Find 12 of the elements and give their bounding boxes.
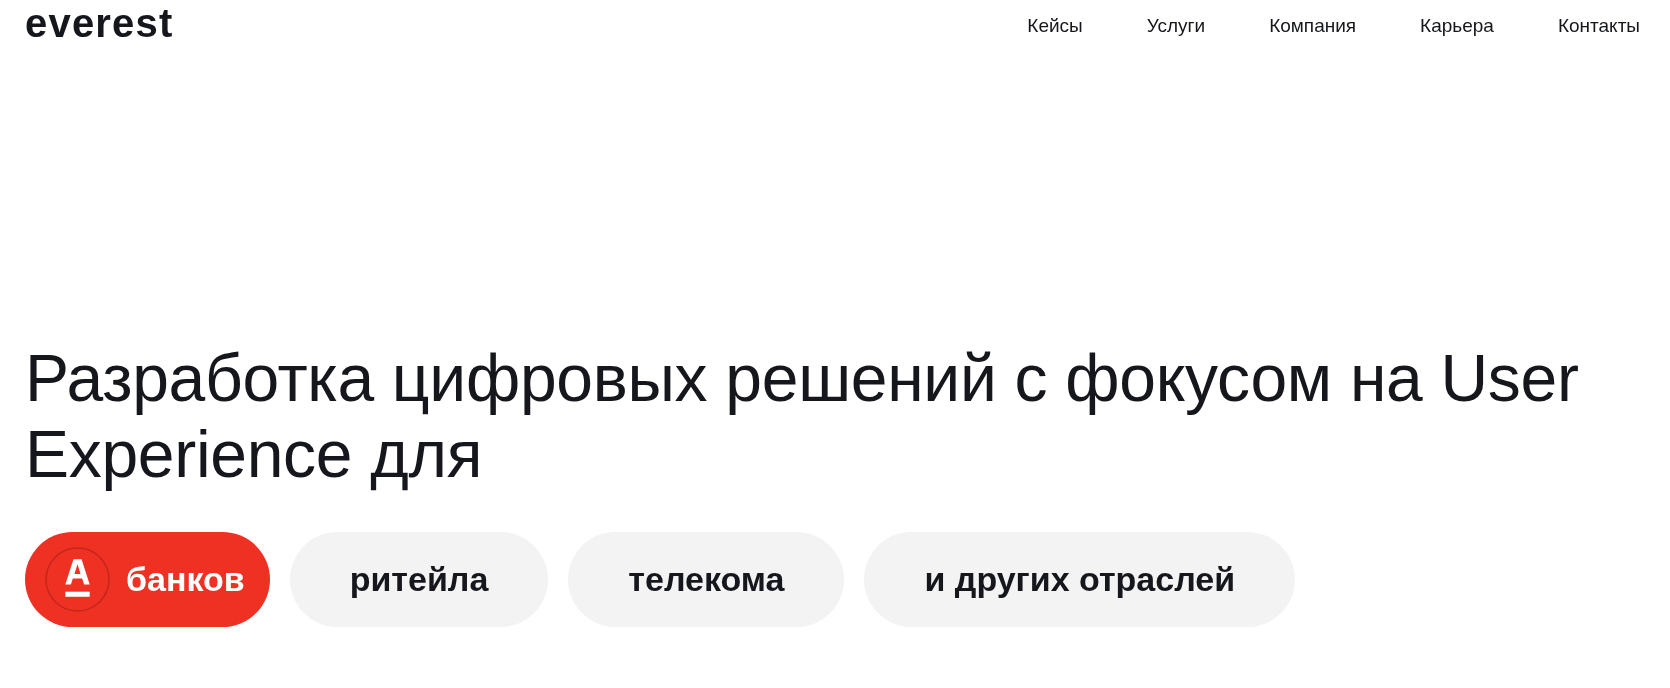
industry-tab[interactable]: ритейла xyxy=(289,532,549,627)
industry-tab[interactable]: телекома xyxy=(568,532,845,627)
nav-link[interactable]: Карьера xyxy=(1420,14,1494,38)
industry-tab[interactable]: и других отраслей xyxy=(864,532,1296,627)
letter-a-logo-icon xyxy=(45,547,110,612)
nav-link[interactable]: Кейсы xyxy=(1027,14,1083,38)
nav-link[interactable]: Услуги xyxy=(1146,14,1206,38)
hero-headline: Разработка цифровых решений с фокусом на User Experience для xyxy=(25,340,1580,492)
nav-link[interactable]: Компания xyxy=(1269,14,1357,38)
site-logo[interactable]: everest xyxy=(25,3,174,43)
industry-tab[interactable]: банков xyxy=(25,532,270,627)
nav-link[interactable]: Контакты xyxy=(1557,14,1640,38)
